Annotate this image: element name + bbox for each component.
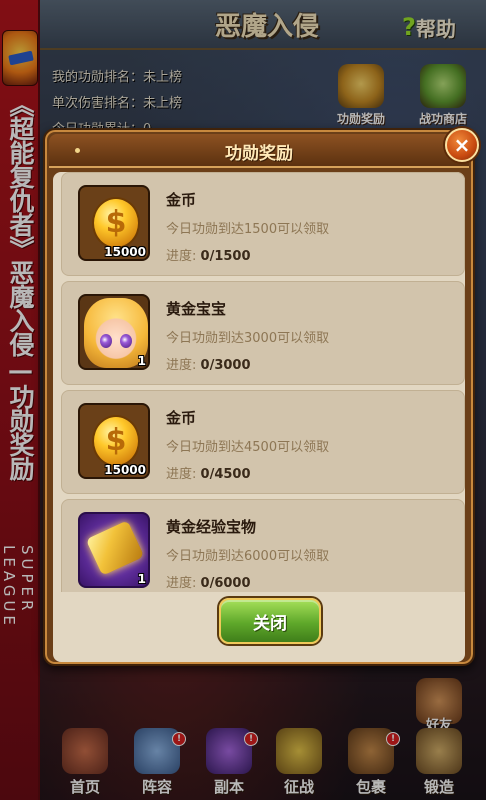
side-promo-banner: 《超能复仇者》恶魔入侵—功勋奖励 SUPER LEAGUE (0, 0, 40, 800)
gold-coin-icon: $ 15000 (78, 185, 150, 261)
question-mark-icon: ? (402, 13, 416, 41)
dialog-close-button[interactable]: × (445, 128, 479, 162)
reward-progress: 进度: 0/1500 (166, 245, 251, 264)
merit-shop-label: 战功商店 (418, 112, 467, 126)
reward-row: 1 黄金经验宝物 今日功勋到达6000可以领取 进度: 0/6000 (61, 499, 465, 592)
treasure-chest-icon (420, 64, 466, 108)
reward-name: 黄金经验宝物 (166, 518, 257, 536)
reward-row: $ 15000 金币 今日功勋到达1500可以领取 进度: 0/1500 (61, 172, 465, 276)
reward-progress: 进度: 0/6000 (166, 572, 251, 591)
nav-forge[interactable]: 锻造 (408, 720, 470, 800)
bottom-nav: 首页 ! 阵容 ! 副本 征战 ! 包裹 锻造 (40, 720, 486, 800)
merit-reward-label: 功勋奖励 (336, 112, 385, 126)
castle-icon (62, 728, 108, 774)
progress-value: 0/4500 (200, 467, 251, 482)
reward-row: $ 15000 金币 今日功勋到达4500可以领取 进度: 0/4500 (61, 390, 465, 494)
nav-home[interactable]: 首页 (54, 720, 116, 800)
alert-badge: ! (244, 732, 258, 746)
brand-line: SUPER (18, 545, 36, 615)
merit-shop-button[interactable]: 战功商店 (408, 60, 478, 128)
dialog-title: 功勋奖励 (225, 144, 293, 164)
progress-value: 0/6000 (200, 576, 251, 591)
nav-bag[interactable]: ! 包裹 (340, 720, 402, 800)
nav-label: 包裹 (355, 778, 386, 796)
nav-dungeon[interactable]: ! 副本 (198, 720, 260, 800)
top-bar: 恶魔入侵 ? 帮助 (40, 0, 486, 50)
nav-label: 副本 (213, 778, 244, 796)
reward-quantity: 15000 (104, 463, 146, 477)
reward-progress: 进度: 0/3000 (166, 354, 251, 373)
single-damage-rank: 单次伤害排名：未上榜 (52, 96, 183, 111)
reward-list[interactable]: $ 15000 金币 今日功勋到达1500可以领取 进度: 0/1500 1 黄… (61, 172, 467, 592)
reward-quantity: 1 (137, 354, 146, 368)
my-merit-rank: 我的功勋排名：未上榜 (52, 70, 183, 85)
progress-label: 进度: (166, 576, 197, 591)
reward-condition: 今日功勋到达4500可以领取 (166, 440, 330, 455)
reward-condition: 今日功勋到达1500可以领取 (166, 222, 330, 237)
progress-label: 进度: (166, 249, 197, 264)
progress-label: 进度: (166, 358, 197, 373)
merit-reward-button[interactable]: 功勋奖励 (326, 60, 396, 128)
close-icon: × (453, 133, 471, 157)
dialog-header: 功勋奖励 (49, 134, 469, 168)
reward-name: 金币 (166, 191, 197, 209)
alert-badge: ! (386, 732, 400, 746)
gold-coin-icon: $ 15000 (78, 403, 150, 479)
progress-value: 0/3000 (200, 358, 251, 373)
reward-progress: 进度: 0/4500 (166, 463, 251, 482)
progress-value: 0/1500 (200, 249, 251, 264)
reward-condition: 今日功勋到达6000可以领取 (166, 549, 330, 564)
nav-lineup[interactable]: ! 阵容 (126, 720, 188, 800)
anvil-icon (416, 728, 462, 774)
help-label: 帮助 (415, 16, 456, 41)
page-title: 恶魔入侵 (214, 12, 319, 42)
nav-label: 首页 (69, 778, 100, 796)
crossed-swords-icon (276, 728, 322, 774)
banner-title: 《超能复仇者》恶魔入侵—功勋奖励 (6, 92, 35, 480)
nav-label: 锻造 (423, 778, 454, 796)
winged-emblem-icon (338, 64, 384, 108)
nav-label: 阵容 (141, 778, 172, 796)
banner-brand-text: SUPER LEAGUE (0, 545, 36, 629)
reward-quantity: 15000 (104, 245, 146, 259)
reward-name: 黄金宝宝 (166, 300, 227, 318)
alert-badge: ! (172, 732, 186, 746)
reward-condition: 今日功勋到达3000可以领取 (166, 331, 330, 346)
brand-line: LEAGUE (0, 545, 18, 629)
help-button[interactable]: ? 帮助 (402, 12, 472, 42)
close-button[interactable]: 关闭 (219, 598, 321, 644)
game-logo (2, 30, 38, 86)
golden-baby-icon: 1 (78, 294, 150, 370)
nav-battle[interactable]: 征战 (268, 720, 330, 800)
nav-label: 征战 (283, 778, 314, 796)
close-button-label: 关闭 (253, 613, 287, 634)
reward-row: 1 黄金宝宝 今日功勋到达3000可以领取 进度: 0/3000 (61, 281, 465, 385)
reward-quantity: 1 (137, 572, 146, 586)
dialog-body: $ 15000 金币 今日功勋到达1500可以领取 进度: 0/1500 1 黄… (53, 172, 465, 662)
golden-exp-treasure-icon: 1 (78, 512, 150, 588)
reward-name: 金币 (166, 409, 197, 427)
progress-label: 进度: (166, 467, 197, 482)
merit-reward-dialog: 功勋奖励 × $ 15000 金币 今日功勋到达1500可以领取 进度: 0/1… (43, 128, 479, 666)
